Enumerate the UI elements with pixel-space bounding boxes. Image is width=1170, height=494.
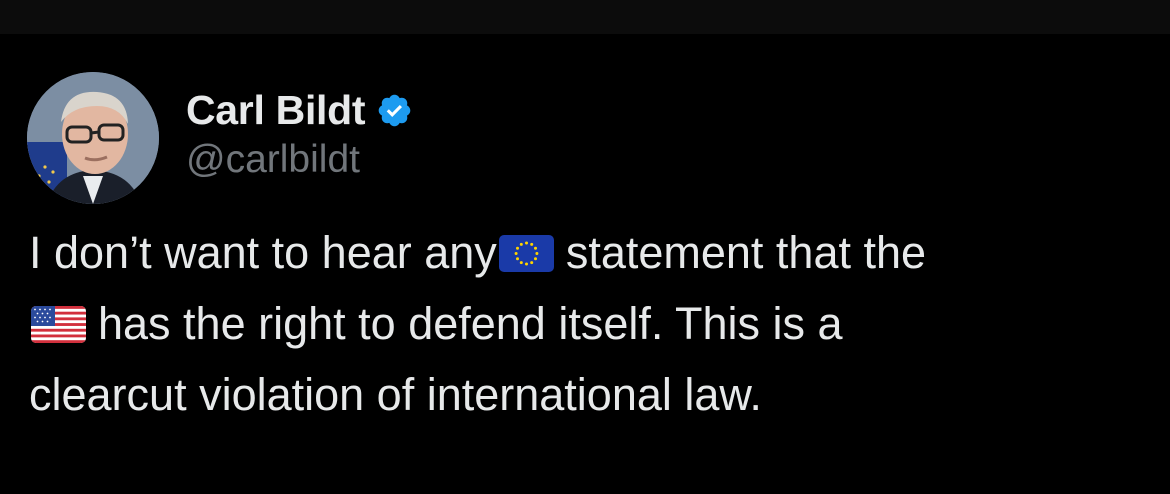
tweet-text-segment: statement that the: [565, 227, 927, 278]
verified-badge-icon[interactable]: [376, 92, 413, 129]
tweet-author: Carl Bildt @carlbildt: [186, 86, 413, 182]
eu-flag-icon: [498, 235, 554, 272]
tweet-text-segment: has the right to defend itself. This is …: [98, 298, 843, 349]
tweet[interactable]: Carl Bildt @carlbildt I don’t want to he…: [0, 34, 1170, 494]
display-name[interactable]: Carl Bildt: [186, 87, 366, 134]
tweet-text-segment: clearcut violation of international law.: [29, 369, 762, 420]
status-bar: [0, 0, 1170, 34]
user-handle[interactable]: @carlbildt: [186, 138, 413, 182]
avatar[interactable]: [27, 72, 159, 204]
tweet-text: I don’t want to hear any statement that …: [29, 217, 1149, 430]
tweet-text-segment: I don’t want to hear any: [29, 227, 497, 278]
us-flag-icon: [31, 306, 86, 343]
